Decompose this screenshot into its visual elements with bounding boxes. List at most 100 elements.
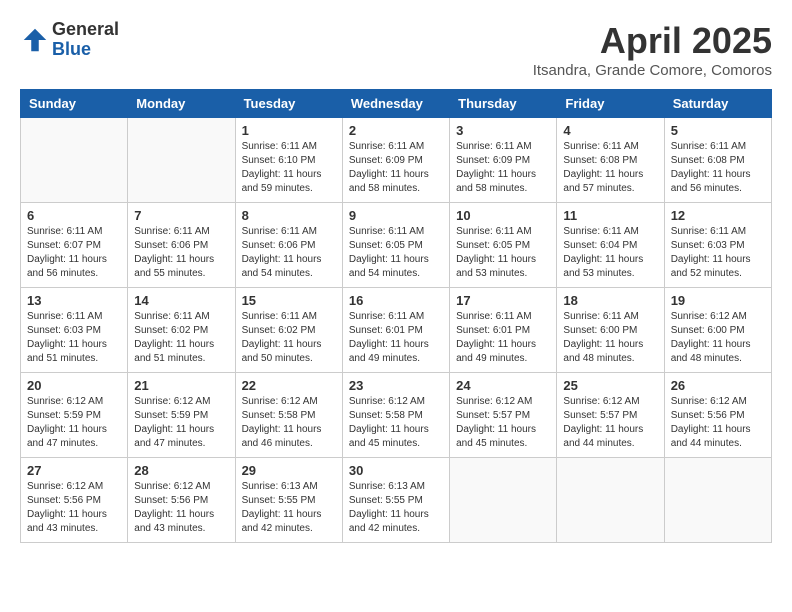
calendar-week-3: 13 Sunrise: 6:11 AM Sunset: 6:03 PM Dayli… [21, 288, 772, 373]
title-block: April 2025 Itsandra, Grande Comore, Como… [533, 20, 772, 79]
day-number: 11 [563, 208, 657, 223]
day-detail: Sunrise: 6:11 AM Sunset: 6:03 PM Dayligh… [671, 225, 765, 281]
calendar-cell: 22 Sunrise: 6:12 AM Sunset: 5:58 PM Dayli… [235, 373, 342, 458]
header-saturday: Saturday [664, 90, 771, 118]
calendar-week-5: 27 Sunrise: 6:12 AM Sunset: 5:56 PM Dayli… [21, 458, 772, 543]
day-number: 27 [27, 463, 121, 478]
day-number: 20 [27, 378, 121, 393]
day-detail: Sunrise: 6:11 AM Sunset: 6:08 PM Dayligh… [563, 140, 657, 196]
day-number: 4 [563, 123, 657, 138]
calendar-cell: 4 Sunrise: 6:11 AM Sunset: 6:08 PM Daylig… [557, 118, 664, 203]
calendar-week-4: 20 Sunrise: 6:12 AM Sunset: 5:59 PM Dayli… [21, 373, 772, 458]
day-detail: Sunrise: 6:11 AM Sunset: 6:09 PM Dayligh… [456, 140, 550, 196]
calendar-cell: 8 Sunrise: 6:11 AM Sunset: 6:06 PM Daylig… [235, 203, 342, 288]
day-number: 18 [563, 293, 657, 308]
page-header: General Blue April 2025 Itsandra, Grande… [20, 20, 772, 79]
calendar-cell: 7 Sunrise: 6:11 AM Sunset: 6:06 PM Daylig… [128, 203, 235, 288]
logo: General Blue [20, 20, 119, 60]
day-detail: Sunrise: 6:11 AM Sunset: 6:01 PM Dayligh… [456, 310, 550, 366]
header-wednesday: Wednesday [342, 90, 449, 118]
day-number: 8 [242, 208, 336, 223]
day-number: 5 [671, 123, 765, 138]
day-detail: Sunrise: 6:12 AM Sunset: 5:58 PM Dayligh… [349, 395, 443, 451]
day-detail: Sunrise: 6:12 AM Sunset: 5:57 PM Dayligh… [563, 395, 657, 451]
day-number: 24 [456, 378, 550, 393]
day-number: 23 [349, 378, 443, 393]
calendar-week-2: 6 Sunrise: 6:11 AM Sunset: 6:07 PM Daylig… [21, 203, 772, 288]
day-detail: Sunrise: 6:11 AM Sunset: 6:04 PM Dayligh… [563, 225, 657, 281]
day-number: 17 [456, 293, 550, 308]
day-number: 3 [456, 123, 550, 138]
calendar-cell: 6 Sunrise: 6:11 AM Sunset: 6:07 PM Daylig… [21, 203, 128, 288]
calendar-cell: 20 Sunrise: 6:12 AM Sunset: 5:59 PM Dayli… [21, 373, 128, 458]
day-number: 15 [242, 293, 336, 308]
day-detail: Sunrise: 6:11 AM Sunset: 6:07 PM Dayligh… [27, 225, 121, 281]
calendar-cell: 17 Sunrise: 6:11 AM Sunset: 6:01 PM Dayli… [450, 288, 557, 373]
day-number: 6 [27, 208, 121, 223]
day-number: 22 [242, 378, 336, 393]
day-number: 28 [134, 463, 228, 478]
calendar-cell: 26 Sunrise: 6:12 AM Sunset: 5:56 PM Dayli… [664, 373, 771, 458]
day-detail: Sunrise: 6:11 AM Sunset: 6:05 PM Dayligh… [456, 225, 550, 281]
day-detail: Sunrise: 6:11 AM Sunset: 6:06 PM Dayligh… [134, 225, 228, 281]
calendar-cell: 3 Sunrise: 6:11 AM Sunset: 6:09 PM Daylig… [450, 118, 557, 203]
calendar-cell: 12 Sunrise: 6:11 AM Sunset: 6:03 PM Dayli… [664, 203, 771, 288]
calendar-cell: 19 Sunrise: 6:12 AM Sunset: 6:00 PM Dayli… [664, 288, 771, 373]
header-thursday: Thursday [450, 90, 557, 118]
logo-general: General [52, 20, 119, 40]
logo-blue: Blue [52, 40, 119, 60]
logo-text: General Blue [52, 20, 119, 60]
calendar-cell: 10 Sunrise: 6:11 AM Sunset: 6:05 PM Dayli… [450, 203, 557, 288]
calendar-cell: 14Sunrise: 6:11 AM Sunset: 6:02 PM Dayli… [128, 288, 235, 373]
calendar-cell: 29 Sunrise: 6:13 AM Sunset: 5:55 PM Dayli… [235, 458, 342, 543]
calendar-cell: 23 Sunrise: 6:12 AM Sunset: 5:58 PM Dayli… [342, 373, 449, 458]
day-detail: Sunrise: 6:12 AM Sunset: 6:00 PM Dayligh… [671, 310, 765, 366]
calendar-cell [557, 458, 664, 543]
day-detail: Sunrise: 6:12 AM Sunset: 5:56 PM Dayligh… [671, 395, 765, 451]
day-number: 16 [349, 293, 443, 308]
calendar-cell: 30 Sunrise: 6:13 AM Sunset: 5:55 PM Dayli… [342, 458, 449, 543]
logo-icon [20, 25, 50, 55]
calendar-cell [21, 118, 128, 203]
location: Itsandra, Grande Comore, Comoros [533, 62, 772, 79]
day-number: 21 [134, 378, 228, 393]
calendar-cell: 16Sunrise: 6:11 AM Sunset: 6:01 PM Dayli… [342, 288, 449, 373]
day-detail: Sunrise: 6:13 AM Sunset: 5:55 PM Dayligh… [242, 480, 336, 536]
calendar-cell [664, 458, 771, 543]
day-number: 26 [671, 378, 765, 393]
day-number: 10 [456, 208, 550, 223]
day-detail: Sunrise: 6:11 AM Sunset: 6:06 PM Dayligh… [242, 225, 336, 281]
day-number: 13 [27, 293, 121, 308]
day-number: 30 [349, 463, 443, 478]
day-number: 2 [349, 123, 443, 138]
header-sunday: Sunday [21, 90, 128, 118]
calendar-cell: 28 Sunrise: 6:12 AM Sunset: 5:56 PM Dayli… [128, 458, 235, 543]
day-number: 12 [671, 208, 765, 223]
calendar-week-1: 1Sunrise: 6:11 AM Sunset: 6:10 PM Daylig… [21, 118, 772, 203]
day-number: 1 [242, 123, 336, 138]
calendar-cell: 24 Sunrise: 6:12 AM Sunset: 5:57 PM Dayli… [450, 373, 557, 458]
day-number: 7 [134, 208, 228, 223]
header-monday: Monday [128, 90, 235, 118]
day-detail: Sunrise: 6:12 AM Sunset: 5:57 PM Dayligh… [456, 395, 550, 451]
calendar-cell: 18 Sunrise: 6:11 AM Sunset: 6:00 PM Dayli… [557, 288, 664, 373]
day-detail: Sunrise: 6:12 AM Sunset: 5:59 PM Dayligh… [27, 395, 121, 451]
day-detail: Sunrise: 6:12 AM Sunset: 5:56 PM Dayligh… [27, 480, 121, 536]
day-detail: Sunrise: 6:12 AM Sunset: 5:56 PM Dayligh… [134, 480, 228, 536]
day-detail: Sunrise: 6:11 AM Sunset: 6:00 PM Dayligh… [563, 310, 657, 366]
day-detail: Sunrise: 6:11 AM Sunset: 6:03 PM Dayligh… [27, 310, 121, 366]
day-number: 19 [671, 293, 765, 308]
day-detail: Sunrise: 6:12 AM Sunset: 5:58 PM Dayligh… [242, 395, 336, 451]
day-number: 29 [242, 463, 336, 478]
calendar-cell: 13 Sunrise: 6:11 AM Sunset: 6:03 PM Dayli… [21, 288, 128, 373]
calendar-header-row: SundayMondayTuesdayWednesdayThursdayFrid… [21, 90, 772, 118]
calendar-cell: 5Sunrise: 6:11 AM Sunset: 6:08 PM Daylig… [664, 118, 771, 203]
day-detail: Sunrise: 6:11 AM Sunset: 6:09 PM Dayligh… [349, 140, 443, 196]
day-detail: Sunrise: 6:13 AM Sunset: 5:55 PM Dayligh… [349, 480, 443, 536]
calendar-cell: 15Sunrise: 6:11 AM Sunset: 6:02 PM Dayli… [235, 288, 342, 373]
day-detail: Sunrise: 6:12 AM Sunset: 5:59 PM Dayligh… [134, 395, 228, 451]
calendar-cell [128, 118, 235, 203]
calendar-cell: 2 Sunrise: 6:11 AM Sunset: 6:09 PM Daylig… [342, 118, 449, 203]
day-number: 14 [134, 293, 228, 308]
calendar-cell: 21 Sunrise: 6:12 AM Sunset: 5:59 PM Dayli… [128, 373, 235, 458]
